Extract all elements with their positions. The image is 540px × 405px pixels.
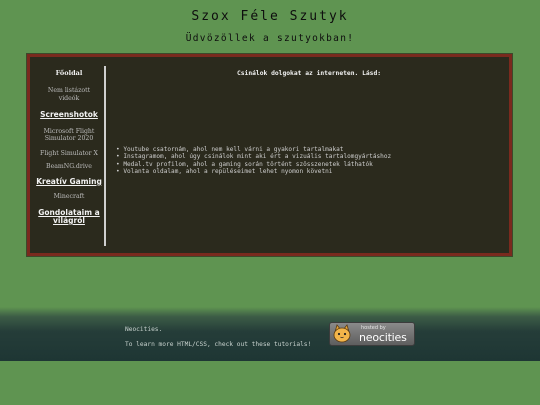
neocities-cat-icon xyxy=(333,324,351,343)
footer-tutorials-link[interactable]: To learn more HTML/CSS, check out these … xyxy=(125,337,311,352)
sidebar-nav: Főoldal Nem listázott videók Screenshoto… xyxy=(34,66,106,246)
sidebar-item-beamng[interactable]: BeamNG.drive xyxy=(34,163,104,171)
site-subtitle: Üdvözöllek a szutyokban! xyxy=(185,33,355,44)
sidebar-item-screenshots[interactable]: Screenshotok xyxy=(34,110,104,120)
neocities-badge[interactable]: hosted by neocities xyxy=(329,322,415,346)
sidebar-item-fsx[interactable]: Flight Simulator X xyxy=(35,150,103,158)
footer: Neocities. To learn more HTML/CSS, check… xyxy=(0,307,540,361)
sidebar-item-unlisted-videos[interactable]: Nem listázott videók xyxy=(39,87,99,102)
footer-text: Neocities. To learn more HTML/CSS, check… xyxy=(125,322,311,352)
link-instagram[interactable]: Instagramom, ahol úgy csinálok mint aki … xyxy=(116,153,391,160)
sidebar-item-kreativ-gaming[interactable]: Kreatív Gaming xyxy=(34,177,104,187)
site-title: Szox Féle Szutyk xyxy=(191,9,349,24)
badge-neocities-name: neocities xyxy=(359,331,407,344)
links-list: Youtube csatornám, ahol nem kell várni a… xyxy=(116,146,391,175)
link-volanta[interactable]: Volanta oldalam, ahol a repüléseimet leh… xyxy=(116,168,391,175)
sidebar-item-gondolataim[interactable]: Gondolataim a világról xyxy=(36,208,102,226)
sidebar-item-minecraft[interactable]: Minecraft xyxy=(34,193,104,201)
sidebar-heading-home[interactable]: Főoldal xyxy=(34,69,104,77)
content-intro: Csinálok dolgokat az interneten. Lásd: xyxy=(236,70,382,77)
main-panel: Főoldal Nem listázott videók Screenshoto… xyxy=(27,54,512,256)
sidebar-item-msfs2020[interactable]: Microsoft Flight Simulator 2020 xyxy=(35,128,103,143)
link-medal-tv[interactable]: Medal.tv profilom, ahol a gaming során t… xyxy=(116,161,391,168)
footer-neocities-text: Neocities. xyxy=(125,326,163,333)
